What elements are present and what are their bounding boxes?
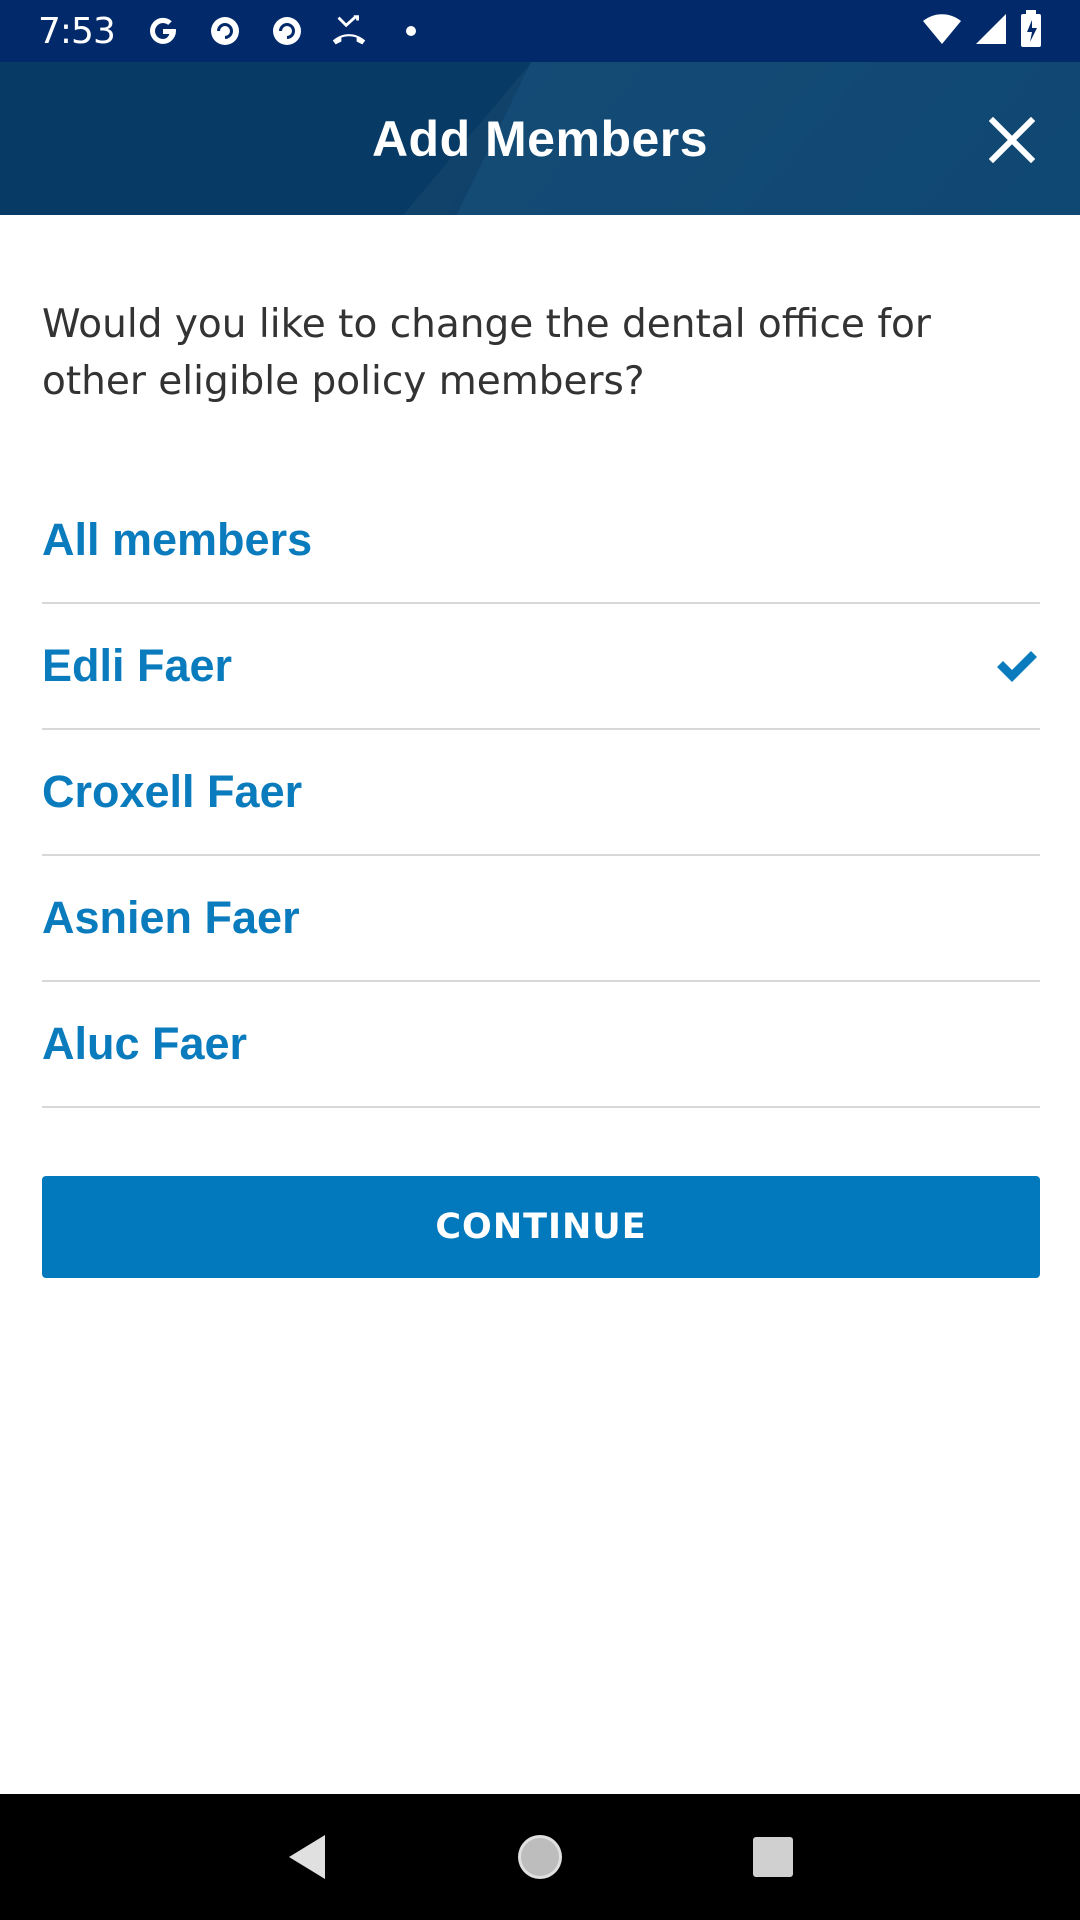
home-button[interactable] [495, 1812, 585, 1902]
recents-button[interactable] [728, 1812, 818, 1902]
back-button[interactable] [262, 1812, 352, 1902]
dot-icon [391, 11, 431, 51]
member-option-all-members[interactable]: All members [42, 478, 1040, 604]
recents-icon [753, 1837, 794, 1877]
member-option-edli-faer[interactable]: Edli Faer [42, 604, 1040, 730]
continue-button[interactable]: CONTINUE [42, 1176, 1040, 1278]
status-time: 7:53 [38, 10, 116, 52]
close-button[interactable] [978, 106, 1046, 174]
missed-call-icon [329, 11, 369, 51]
member-name: Aluc Faer [42, 1018, 248, 1069]
pocket-casts-icon [205, 11, 245, 51]
member-option-croxell-faer[interactable]: Croxell Faer [42, 730, 1040, 856]
member-name: Asnien Faer [42, 892, 300, 943]
pocket-casts-icon [267, 11, 307, 51]
app-header: Add Members [0, 62, 1080, 215]
google-icon [143, 11, 183, 51]
checkmark-icon [997, 651, 1037, 682]
page-title: Add Members [371, 110, 709, 167]
member-list: All members Edli Faer Croxell Faer Asnie… [42, 478, 1040, 1108]
cell-signal-icon [974, 12, 1008, 51]
home-icon [517, 1835, 562, 1879]
battery-icon [1020, 9, 1042, 53]
member-name: Edli Faer [42, 640, 233, 691]
system-status-icons [922, 9, 1042, 53]
member-name: Croxell Faer [42, 766, 303, 817]
back-icon [288, 1835, 325, 1879]
member-option-aluc-faer[interactable]: Aluc Faer [42, 982, 1040, 1108]
member-option-asnien-faer[interactable]: Asnien Faer [42, 856, 1040, 982]
system-nav-bar [0, 1794, 1080, 1920]
wifi-icon [922, 12, 962, 51]
notification-icons [143, 11, 431, 51]
status-bar: 7:53 [0, 0, 1080, 62]
member-name: All members [42, 514, 313, 565]
close-icon [989, 117, 1035, 163]
question-text: Would you like to change the dental offi… [42, 302, 931, 404]
